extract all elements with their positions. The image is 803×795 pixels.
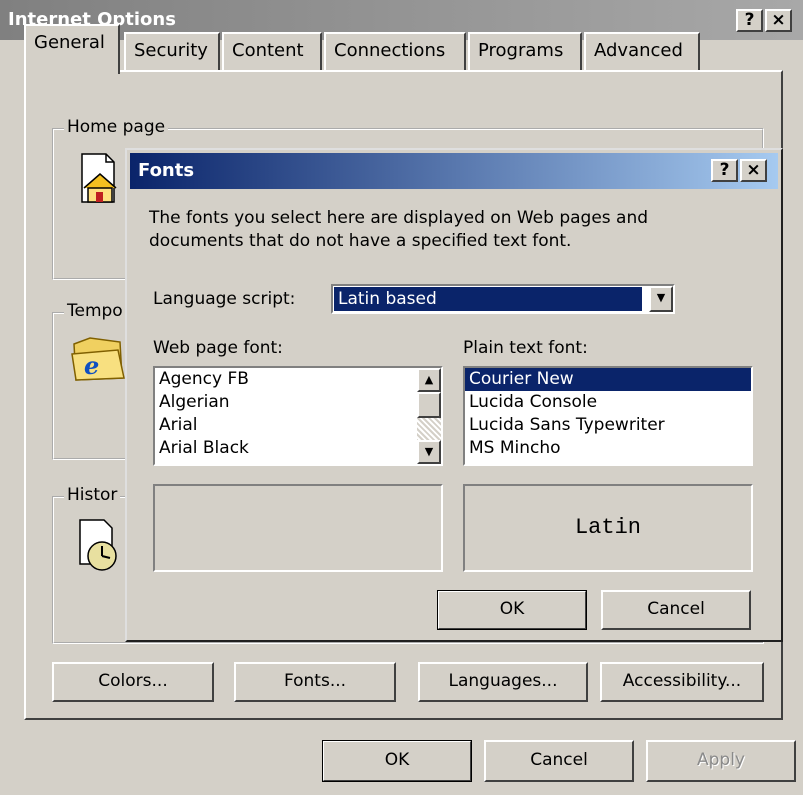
fonts-dialog: Fonts ? × The fonts you select here are … bbox=[125, 148, 783, 642]
ie-folder-icon: e bbox=[70, 334, 126, 384]
list-item[interactable]: Agency FB bbox=[155, 368, 417, 391]
web-page-font-list[interactable]: Agency FB Algerian Arial Arial Black ▲ ▼ bbox=[153, 366, 443, 466]
plain-font-preview-text: Latin bbox=[574, 515, 641, 540]
fonts-dialog-title: Fonts bbox=[138, 160, 195, 181]
fonts-help-button[interactable]: ? bbox=[711, 159, 738, 182]
colors-button[interactable]: Colors... bbox=[52, 662, 214, 702]
tab-security[interactable]: Security bbox=[124, 32, 220, 70]
temporary-files-group-label: Tempo bbox=[64, 301, 126, 321]
list-item-selected[interactable]: Courier New bbox=[465, 368, 751, 391]
history-group-label: Histor bbox=[64, 485, 121, 505]
scroll-up-icon[interactable]: ▲ bbox=[417, 368, 441, 392]
tab-advanced[interactable]: Advanced bbox=[584, 32, 700, 70]
close-button[interactable]: × bbox=[765, 9, 792, 32]
language-script-select[interactable]: Latin based ▼ bbox=[331, 284, 675, 314]
language-script-value: Latin based bbox=[334, 287, 642, 311]
fonts-ok-button[interactable]: OK bbox=[437, 590, 587, 630]
home-page-icon bbox=[78, 152, 118, 204]
plain-text-font-label: Plain text font: bbox=[463, 338, 588, 358]
web-font-preview bbox=[153, 484, 443, 572]
fonts-button[interactable]: Fonts... bbox=[234, 662, 396, 702]
web-page-font-label: Web page font: bbox=[153, 338, 283, 358]
plain-text-font-list[interactable]: Courier New Lucida Console Lucida Sans T… bbox=[463, 366, 753, 466]
chevron-down-icon[interactable]: ▼ bbox=[649, 286, 673, 312]
list-item[interactable]: Algerian bbox=[155, 391, 417, 414]
fonts-description-line1: The fonts you select here are displayed … bbox=[149, 208, 649, 228]
list-item[interactable]: Arial Black bbox=[155, 437, 417, 460]
fonts-close-button[interactable]: × bbox=[740, 159, 767, 182]
tab-content[interactable]: Content bbox=[222, 32, 322, 70]
scroll-down-icon[interactable]: ▼ bbox=[417, 440, 441, 464]
internet-options-window: Internet Options ? × General Security Co… bbox=[0, 0, 803, 795]
web-font-items: Agency FB Algerian Arial Arial Black bbox=[155, 368, 417, 460]
svg-text:e: e bbox=[84, 351, 99, 380]
list-item[interactable]: Lucida Console bbox=[465, 391, 751, 414]
fonts-cancel-button[interactable]: Cancel bbox=[601, 590, 751, 630]
plain-font-preview: Latin bbox=[463, 484, 753, 572]
fonts-description: The fonts you select here are displayed … bbox=[149, 207, 648, 253]
history-icon bbox=[76, 518, 132, 572]
language-script-label: Language script: bbox=[153, 289, 296, 309]
cancel-button[interactable]: Cancel bbox=[484, 740, 634, 782]
list-item[interactable]: Lucida Sans Typewriter bbox=[465, 414, 751, 437]
list-item[interactable]: MS Mincho bbox=[465, 437, 751, 460]
tab-programs[interactable]: Programs bbox=[468, 32, 582, 70]
accessibility-button[interactable]: Accessibility... bbox=[600, 662, 764, 702]
web-font-scrollbar[interactable]: ▲ ▼ bbox=[417, 368, 441, 464]
fonts-description-line2: documents that do not have a specified t… bbox=[149, 231, 572, 251]
list-item[interactable]: Arial bbox=[155, 414, 417, 437]
tab-connections[interactable]: Connections bbox=[324, 32, 466, 70]
ok-button[interactable]: OK bbox=[322, 740, 472, 782]
apply-button[interactable]: Apply bbox=[646, 740, 796, 782]
languages-button[interactable]: Languages... bbox=[418, 662, 588, 702]
tab-general[interactable]: General bbox=[24, 24, 120, 74]
fonts-dialog-titlebar[interactable]: Fonts ? × bbox=[130, 153, 778, 189]
help-button[interactable]: ? bbox=[736, 9, 763, 32]
scroll-thumb[interactable] bbox=[417, 392, 441, 418]
home-page-group-label: Home page bbox=[64, 117, 169, 137]
